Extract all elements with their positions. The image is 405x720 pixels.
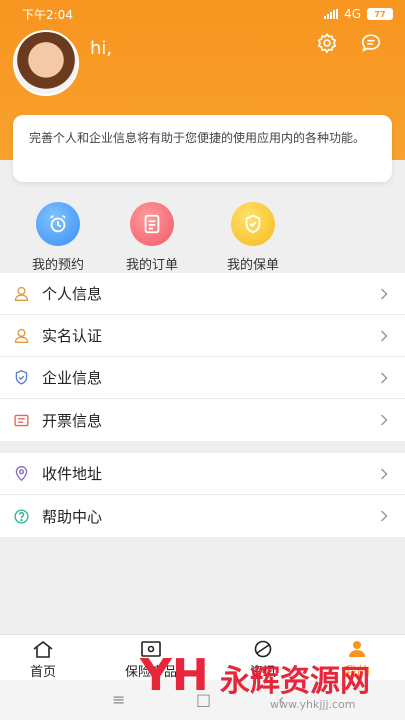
- menu-group-account: 个人信息 实名认证 企业信息 开票信息: [0, 273, 405, 441]
- watermark-name: 永辉资源网: [220, 664, 370, 699]
- tab-home[interactable]: 首页: [30, 640, 56, 680]
- shortcut-my-appointments[interactable]: 我的预约: [18, 195, 98, 273]
- menu-item-help-center[interactable]: 帮助中心: [0, 495, 405, 537]
- watermark-logo: YH: [140, 650, 209, 701]
- menu-item-company-info[interactable]: 企业信息: [0, 357, 405, 399]
- shortcut-label: 我的预约: [31, 258, 84, 273]
- network-type: 4G: [344, 7, 361, 21]
- shortcut-label: 我的保单: [226, 258, 279, 273]
- chevron-right-icon: [380, 287, 388, 300]
- tab-label: 首页: [30, 665, 57, 680]
- status-bar: 下午2:04 4G 77: [0, 0, 405, 28]
- greeting: hi,: [90, 38, 113, 59]
- chevron-right-icon: [380, 371, 388, 384]
- settings-icon[interactable]: [316, 32, 338, 54]
- alarm-clock-icon: [36, 202, 80, 246]
- location-icon: [15, 466, 28, 482]
- menu-item-label: 帮助中心: [42, 507, 103, 526]
- shield-icon: [15, 369, 28, 385]
- chevron-right-icon: [380, 510, 388, 522]
- menu-item-real-name[interactable]: 实名认证: [0, 315, 405, 357]
- battery-level: 77: [374, 9, 386, 19]
- signal-icon: [324, 9, 339, 19]
- battery-icon: 77: [367, 8, 393, 20]
- policy-icon: [231, 202, 275, 246]
- profile-completion-card: 完善个人和企业信息将有助于您便捷的使用应用内的各种功能。: [13, 115, 392, 182]
- chevron-right-icon: [380, 467, 388, 480]
- menu-item-label: 开票信息: [42, 411, 103, 430]
- menu-icon[interactable]: ≡: [112, 690, 125, 709]
- menu-item-label: 实名认证: [42, 327, 103, 345]
- menu-item-invoice-info[interactable]: 开票信息: [0, 399, 405, 441]
- shortcut-row: 我的预约 我的订单 我的保单: [0, 195, 405, 273]
- home-icon: [33, 640, 53, 658]
- menu-item-personal-info[interactable]: 个人信息: [0, 273, 405, 315]
- person-icon: [14, 286, 29, 301]
- help-icon: [14, 508, 29, 524]
- shortcut-label: 我的订单: [125, 258, 178, 273]
- message-icon[interactable]: [360, 32, 382, 54]
- order-icon: [130, 202, 174, 246]
- status-time: 下午2:04: [22, 7, 73, 22]
- menu-item-shipping-address[interactable]: 收件地址: [0, 453, 405, 495]
- menu-item-label: 收件地址: [42, 465, 103, 483]
- shortcut-my-policies[interactable]: 我的保单: [213, 195, 293, 273]
- chevron-right-icon: [380, 329, 388, 342]
- avatar[interactable]: [13, 30, 79, 96]
- menu-item-label: 企业信息: [42, 369, 103, 387]
- id-verify-icon: [14, 328, 29, 343]
- chevron-right-icon: [380, 414, 388, 426]
- watermark: YH 永辉资源网 www.yhkjjj.com: [140, 650, 405, 720]
- invoice-icon: [14, 414, 29, 426]
- shortcut-my-orders[interactable]: 我的订单: [112, 195, 192, 273]
- watermark-url: www.yhkjjj.com: [270, 698, 356, 711]
- menu-item-label: 个人信息: [42, 285, 103, 303]
- status-indicators: 4G 77: [324, 7, 393, 21]
- profile-completion-text: 完善个人和企业信息将有助于您便捷的使用应用内的各种功能。: [29, 131, 366, 145]
- menu-group-support: 收件地址 帮助中心: [0, 453, 405, 537]
